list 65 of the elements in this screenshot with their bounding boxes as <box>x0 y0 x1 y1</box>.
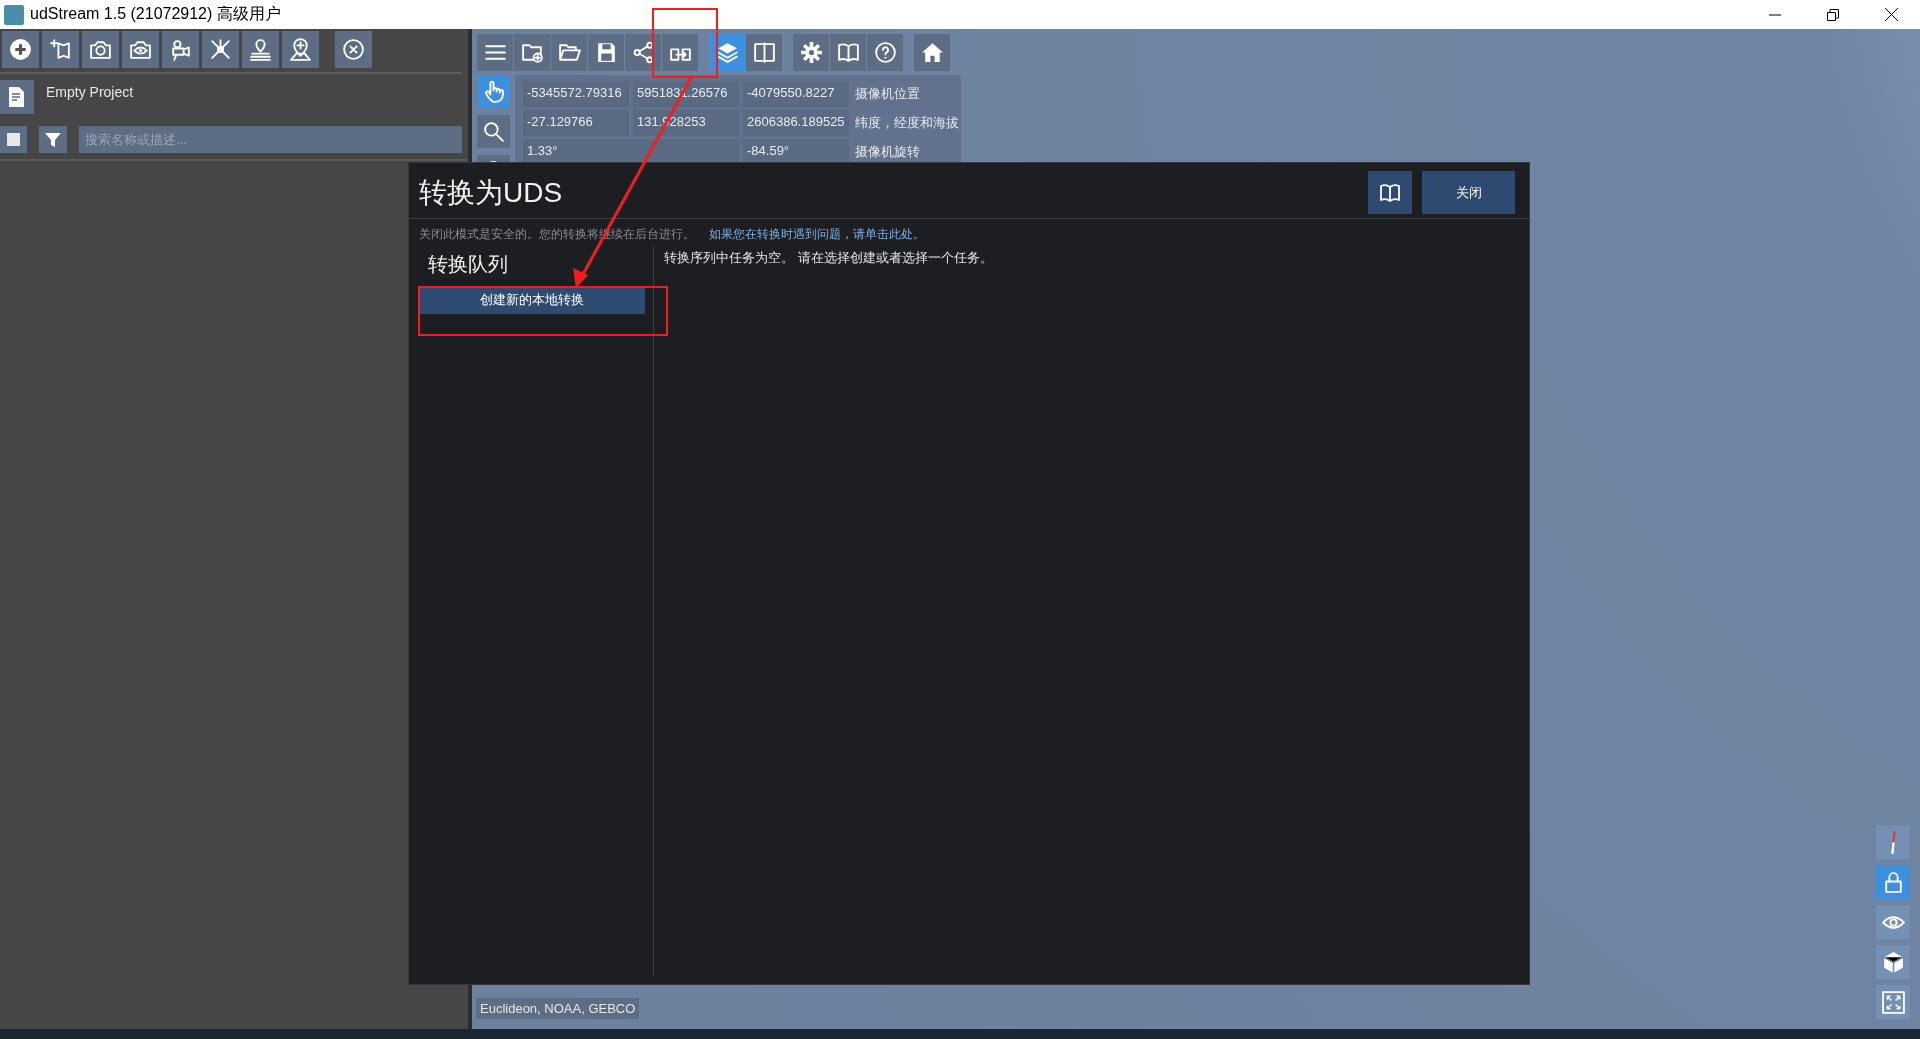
restore-icon <box>1827 8 1839 21</box>
settings-icon <box>798 40 824 65</box>
toolbar-button[interactable] <box>202 31 239 68</box>
dialog-title: 转换为UDS <box>419 175 564 210</box>
minimize-icon <box>1769 13 1781 16</box>
toolbar-button[interactable] <box>746 34 782 71</box>
toolbar-button[interactable] <box>588 34 624 71</box>
toolbar-button[interactable] <box>42 31 79 68</box>
value-field[interactable]: 1.33° <box>523 139 739 165</box>
help-button[interactable] <box>1368 171 1412 214</box>
queue-title: 转换队列 <box>427 252 509 277</box>
home-icon <box>919 40 945 65</box>
value-field[interactable]: -4079550.8227 <box>743 81 849 107</box>
help-link[interactable]: 如果您在转换时遇到问题，请单击此处。 <box>709 226 925 243</box>
app-icon <box>4 4 24 25</box>
project-name: Empty Project <box>46 84 134 100</box>
fullscreen-icon <box>1880 989 1906 1015</box>
map-pin-icon <box>248 37 273 62</box>
toolbar-button[interactable] <box>551 34 587 71</box>
attribution-text: Euclideon, NOAA, GEBCO <box>476 998 640 1019</box>
toolbar-button[interactable] <box>477 115 510 148</box>
new-conversion-button[interactable]: 创建新的本地转换 <box>418 286 645 314</box>
toolbar-button[interactable] <box>2 31 39 68</box>
split-view-icon <box>751 40 777 65</box>
network-icon <box>208 37 233 62</box>
toolbar-button[interactable] <box>242 31 279 68</box>
toolbar-button[interactable] <box>122 31 159 68</box>
plus-circle-icon <box>8 37 33 62</box>
project-file-icon <box>0 80 34 114</box>
pin-plus-icon <box>288 37 313 62</box>
value-field[interactable]: 2606386.189525 <box>743 110 849 136</box>
toolbar-button[interactable] <box>793 34 829 71</box>
value-field[interactable]: -27.129766 <box>523 110 629 136</box>
search-field[interactable]: 搜索名称或描述... <box>79 126 462 153</box>
close-button[interactable]: 关闭 <box>1422 171 1515 214</box>
toolbar-button[interactable] <box>662 34 698 71</box>
help-icon <box>872 40 898 65</box>
highlight-box <box>652 8 718 78</box>
value-field[interactable]: -5345572.79316 <box>523 81 629 107</box>
toolbar-button[interactable] <box>830 34 866 71</box>
toolbar-button[interactable] <box>914 34 950 71</box>
field-label: 纬度，经度和海拔 <box>854 114 960 132</box>
add-media-icon <box>48 37 73 62</box>
empty-message: 转换序列中任务为空。 请在选择创建或者选择一个任务。 <box>663 249 994 267</box>
close-icon <box>341 37 366 62</box>
toolbar-button[interactable] <box>867 34 903 71</box>
toolbar-button[interactable] <box>82 31 119 68</box>
select-all-checkbox[interactable] <box>0 126 27 153</box>
toolbar-button[interactable] <box>282 31 319 68</box>
window-title: udStream 1.5 (21072912) 高级用户 <box>30 4 282 24</box>
toolbar-button[interactable] <box>477 34 513 71</box>
compass-icon <box>1890 829 1896 855</box>
toolbar-button[interactable] <box>1876 945 1910 979</box>
toolbar-button[interactable] <box>162 31 199 68</box>
search-icon <box>481 119 506 144</box>
close-icon <box>1884 8 1898 21</box>
toolbar-button[interactable] <box>335 31 372 68</box>
field-label: 摄像机旋转 <box>854 143 921 161</box>
field-label: 摄像机位置 <box>854 85 921 103</box>
toolbar-button[interactable] <box>514 34 550 71</box>
value-field[interactable]: -84.59° <box>743 139 849 165</box>
toolbar-button[interactable] <box>625 34 661 71</box>
filter-icon <box>45 131 61 148</box>
filter-button[interactable] <box>39 126 67 153</box>
book-icon <box>835 40 861 65</box>
